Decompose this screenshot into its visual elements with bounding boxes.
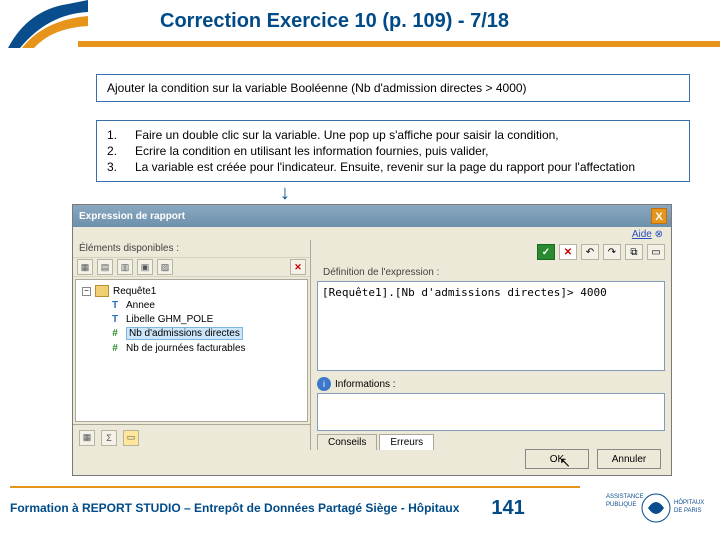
available-label: Éléments disponibles : [73, 240, 310, 257]
tree-item-selected[interactable]: Nb d'admissions directes [126, 327, 243, 340]
step-text: Ecrire la condition en utilisant les inf… [135, 143, 635, 159]
expression-pane: ↶ ↷ ⧉ ▭ Définition de l'expression : [Re… [311, 240, 671, 450]
tree-item[interactable]: Annee [126, 300, 155, 311]
brand-text-4: DE PARIS [674, 508, 702, 514]
steps-box: 1. 2. 3. Faire un double clic sur la var… [96, 120, 690, 182]
text-attr-icon: T [108, 313, 122, 325]
toolbar-icon[interactable]: ▭ [647, 244, 665, 260]
brand-logo-bottom: ASSISTANCE PUBLIQUE HÔPITAUX DE PARIS [602, 488, 710, 528]
tab-erreurs[interactable]: Erreurs [379, 434, 434, 450]
page-number: 141 [491, 497, 524, 520]
tree-root[interactable]: Requête1 [113, 286, 156, 297]
expression-dialog: Expression de rapport X Aide ⊗ Éléments … [72, 204, 672, 476]
right-toolbar: ↶ ↷ ⧉ ▭ [311, 240, 671, 264]
toolbar-icon[interactable]: ▭ [123, 430, 139, 446]
ok-button[interactable]: OK [525, 449, 589, 469]
brand-text-2: PUBLIQUE [606, 502, 636, 508]
tree-item[interactable]: Nb de journées facturables [126, 343, 246, 354]
help-link[interactable]: Aide [632, 229, 652, 240]
arrow-down-icon: ↓ [280, 182, 290, 205]
info-icon: i [317, 377, 331, 391]
collapse-icon[interactable]: − [82, 287, 91, 296]
expression-label: Définition de l'expression : [317, 264, 665, 281]
available-items-pane: Éléments disponibles : ▦ ▤ ▥ ▣ ▨ ✕ − Requ… [73, 240, 311, 450]
left-bottom-toolbar: ▦ Σ ▭ [73, 424, 310, 450]
cursor-icon: ↖ [559, 454, 571, 471]
help-close-icon[interactable]: ⊗ [655, 229, 663, 240]
tab-icon[interactable]: ▤ [97, 259, 113, 275]
tab-icon[interactable]: ▣ [137, 259, 153, 275]
delete-icon[interactable]: ✕ [290, 259, 306, 275]
info-textarea[interactable] [317, 393, 665, 431]
clear-icon[interactable] [559, 244, 577, 260]
toolbar-icon[interactable]: ▦ [79, 430, 95, 446]
footer: Formation à REPORT STUDIO – Entrepôt de … [10, 488, 710, 528]
toolbar-icon[interactable]: Σ [101, 430, 117, 446]
tab-icon[interactable]: ▥ [117, 259, 133, 275]
validate-icon[interactable] [537, 244, 555, 260]
tree-item[interactable]: Libelle GHM_POLE [126, 314, 213, 325]
measure-icon: # [108, 342, 122, 354]
text-attr-icon: T [108, 299, 122, 311]
header-stripe [78, 8, 720, 50]
tab-conseils[interactable]: Conseils [317, 434, 377, 450]
step-num: 1. [107, 127, 135, 143]
step-text: La variable est créée pour l'indicateur.… [135, 159, 635, 175]
dialog-titlebar[interactable]: Expression de rapport X [73, 205, 671, 227]
tab-icon[interactable]: ▦ [77, 259, 93, 275]
expression-textarea[interactable]: [Requête1].[Nb d'admissions directes]> 4… [317, 281, 665, 371]
items-tree[interactable]: − Requête1 T Annee T Libelle GHM_POLE # Nb d… [75, 279, 308, 422]
measure-icon: # [108, 328, 122, 340]
brand-logo-top [8, 0, 88, 48]
toolbar-icon[interactable]: ↶ [581, 244, 599, 260]
step-text: Faire un double clic sur la variable. Un… [135, 127, 635, 143]
info-tabs: Conseils Erreurs [311, 431, 671, 449]
left-toolbar: ▦ ▤ ▥ ▣ ▨ ✕ [73, 257, 310, 277]
info-label: Informations : [335, 379, 396, 390]
dialog-title-text: Expression de rapport [79, 211, 185, 222]
step-num: 2. [107, 143, 135, 159]
step-num: 3. [107, 159, 135, 175]
footer-text: Formation à REPORT STUDIO – Entrepôt de … [10, 501, 459, 515]
cancel-button[interactable]: Annuler [597, 449, 661, 469]
close-icon[interactable]: X [651, 208, 667, 224]
toolbar-icon[interactable]: ⧉ [625, 244, 643, 260]
tab-icon[interactable]: ▨ [157, 259, 173, 275]
package-icon [95, 285, 109, 297]
toolbar-icon[interactable]: ↷ [603, 244, 621, 260]
instruction-box: Ajouter la condition sur la variable Boo… [96, 74, 690, 102]
brand-text-1: ASSISTANCE [606, 494, 644, 500]
brand-text-3: HÔPITAUX [674, 499, 704, 506]
